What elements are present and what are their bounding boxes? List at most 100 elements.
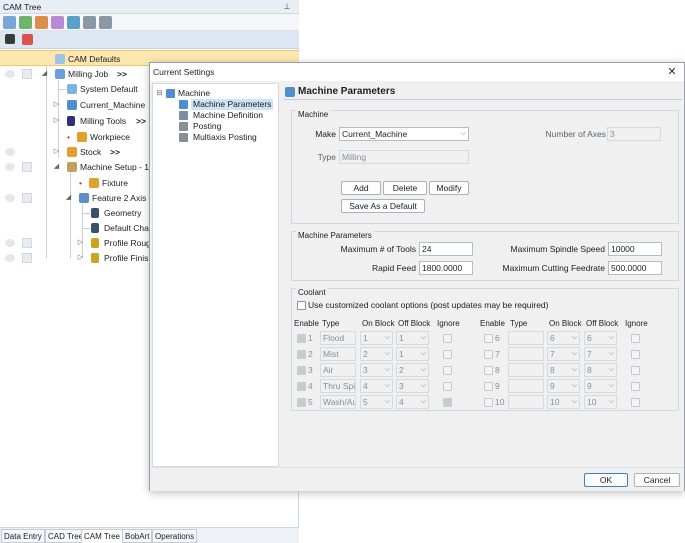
max-spindle-label: Maximum Spindle Speed (510, 244, 606, 254)
rapid-feed-input[interactable]: 1800.0000 (419, 261, 473, 275)
row-number: 1 (308, 333, 313, 343)
collapse-icon[interactable]: ◢ (64, 193, 73, 203)
dialog-footer: OK Cancel (150, 467, 684, 491)
on-block-dropdown: 6 ⌵ (547, 331, 580, 345)
on-block-dropdown: 4 ⌵ (360, 379, 393, 393)
save-as-default-button[interactable]: Save As a Default (341, 199, 425, 213)
nav-item-multiaxis-posting[interactable]: Multiaxis Posting (193, 132, 257, 143)
tab-bobart[interactable]: BobArt (122, 529, 153, 543)
tab-cam-tree[interactable]: CAM Tree (81, 529, 124, 543)
close-icon[interactable]: ✕ (666, 63, 678, 81)
visibility-box[interactable] (22, 69, 32, 79)
expand-icon[interactable]: ▷ (52, 100, 61, 110)
tab-cad-tree[interactable]: CAD Tree (45, 529, 87, 543)
ignore-checkbox (443, 366, 452, 375)
tree-item-label: Workpiece (90, 132, 130, 142)
tree-item-label: Milling Job (68, 69, 109, 79)
off-block-dropdown: 1 ⌵ (396, 347, 429, 361)
visibility-box[interactable] (22, 193, 32, 203)
add-setup-icon[interactable] (19, 16, 32, 29)
max-cutting-input[interactable]: 500.0000 (608, 261, 662, 275)
chevron-down-icon: ⌵ (608, 350, 614, 357)
max-spindle-input[interactable]: 10000 (608, 242, 662, 256)
enable-checkbox (297, 366, 306, 375)
eye-icon[interactable] (5, 70, 15, 78)
eye-icon[interactable] (5, 239, 15, 247)
row-number: 8 (495, 365, 500, 375)
setup-icon (67, 162, 77, 172)
chevron-down-icon: ⌵ (571, 398, 577, 405)
chevron-down-icon: ⌵ (420, 350, 426, 357)
profile-icon (91, 238, 99, 248)
machine-icon (166, 89, 175, 98)
chevron-down-icon: ⌵ (384, 366, 390, 373)
visibility-box[interactable] (22, 253, 32, 263)
axes-field: 3 (607, 127, 661, 141)
add-button[interactable]: Add (341, 181, 381, 195)
expand-icon[interactable]: ▷ (52, 116, 61, 126)
col-ignore: Ignore (625, 319, 648, 328)
tab-data-entry[interactable]: Data Entry (1, 529, 45, 543)
nav-item-posting[interactable]: Posting (193, 121, 221, 132)
delete-button[interactable]: Delete (383, 181, 427, 195)
eye-icon[interactable] (5, 148, 15, 156)
cancel-button[interactable]: Cancel (634, 473, 680, 487)
new-job-icon[interactable] (3, 16, 16, 29)
max-tools-input[interactable]: 24 (419, 242, 473, 256)
eye-icon[interactable] (5, 163, 15, 171)
tool-icon (67, 116, 75, 126)
chevron-down-icon: ⌵ (571, 350, 577, 357)
tree-item-label: Feature 2 Axis (92, 193, 147, 203)
feature-icon (79, 193, 89, 203)
nav-item-machine-parameters[interactable]: Machine Parameters (191, 99, 274, 110)
custom-coolant-checkbox[interactable] (297, 301, 306, 310)
collapse-icon[interactable]: ◢ (52, 162, 61, 172)
edit-icon[interactable] (51, 16, 64, 29)
modify-button[interactable]: Modify (429, 181, 469, 195)
eye-icon[interactable] (5, 254, 15, 262)
make-dropdown[interactable]: Current_Machine ⌵ (339, 127, 469, 141)
dialog-title: Current Settings (150, 63, 684, 81)
list-icon[interactable] (99, 16, 112, 29)
collapse-icon[interactable]: ◢ (40, 69, 49, 79)
type-field (508, 379, 544, 393)
visibility-box[interactable] (22, 238, 32, 248)
eye-icon[interactable] (5, 194, 15, 202)
col-off-block: Off Block (586, 319, 619, 328)
pin-icon[interactable]: ⊥ (282, 0, 292, 14)
group-legend: Machine (296, 110, 331, 120)
expand-icon[interactable]: ▷ (52, 147, 61, 157)
max-cutting-label: Maximum Cutting Feedrate (502, 263, 605, 273)
row-number: 4 (308, 381, 313, 391)
ignore-checkbox (443, 334, 452, 343)
type-field (508, 363, 544, 377)
nav-item-machine[interactable]: Machine (178, 88, 210, 99)
chevron-down-icon: ⌵ (420, 398, 426, 405)
tab-operations[interactable]: Operations (152, 529, 198, 543)
col-enable: Enable (294, 319, 319, 328)
fixture-icon (89, 178, 99, 188)
add-operation-icon[interactable] (35, 16, 48, 29)
delete-icon[interactable] (22, 34, 33, 45)
cam-toolbar (0, 14, 299, 31)
type-field (508, 347, 544, 361)
on-block-dropdown: 9 ⌵ (547, 379, 580, 393)
enable-checkbox (297, 398, 306, 407)
row-number: 6 (495, 333, 500, 343)
ignore-checkbox (631, 398, 640, 407)
chevron-down-icon: ⌵ (420, 366, 426, 373)
on-block-dropdown: 3 ⌵ (360, 363, 393, 377)
job-icon (55, 69, 65, 79)
nav-item-machine-definition[interactable]: Machine Definition (193, 110, 263, 121)
pencil-icon[interactable] (5, 34, 15, 44)
grid-icon[interactable] (83, 16, 96, 29)
add-feature-icon[interactable] (67, 16, 80, 29)
visibility-box[interactable] (22, 162, 32, 172)
chevron-down-icon: ⌵ (384, 398, 390, 405)
ok-button[interactable]: OK (584, 473, 628, 487)
expand-icon[interactable]: ▷ (76, 238, 85, 248)
expand-icon[interactable]: ▷ (76, 253, 85, 263)
cam-toolbar-secondary (0, 31, 299, 49)
chevron-down-icon: ⌵ (384, 334, 390, 341)
collapse-icon[interactable]: ⊟ (155, 88, 164, 99)
